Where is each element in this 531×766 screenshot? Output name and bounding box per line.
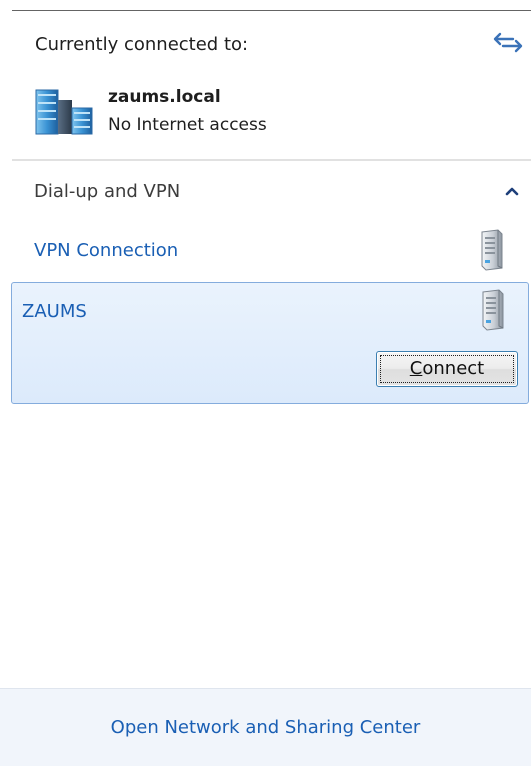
vpn-server-icon — [481, 229, 503, 271]
zaums-connection-item[interactable]: ZAUMS Connect — [11, 282, 529, 404]
refresh-arrows-icon — [493, 32, 523, 53]
network-name: zaums.local — [108, 87, 221, 107]
network-buildings-icon — [34, 86, 96, 136]
top-divider — [12, 10, 531, 11]
currently-connected-heading: Currently connected to: — [35, 34, 249, 55]
connect-label-rest: onnect — [422, 358, 485, 379]
dialup-vpn-section-header[interactable]: Dial-up and VPN — [12, 170, 531, 214]
vpn-server-icon — [482, 289, 504, 331]
vpn-connection-item[interactable]: VPN Connection — [12, 224, 531, 278]
chevron-up-icon[interactable] — [505, 186, 519, 196]
footer-bar: Open Network and Sharing Center — [0, 688, 531, 766]
zaums-connection-label: ZAUMS — [22, 301, 87, 322]
section-divider — [12, 159, 531, 161]
connect-button[interactable]: Connect — [376, 351, 518, 387]
vpn-connection-label: VPN Connection — [34, 240, 179, 261]
network-status: No Internet access — [108, 115, 267, 135]
connect-accelerator: C — [409, 358, 423, 379]
refresh-button[interactable] — [491, 28, 525, 56]
connect-button-label: Connect — [377, 358, 517, 380]
dialup-vpn-label: Dial-up and VPN — [34, 181, 181, 202]
open-network-sharing-center-link[interactable]: Open Network and Sharing Center — [0, 716, 531, 740]
network-flyout: Currently connected to: zaums.local No I… — [0, 0, 531, 766]
